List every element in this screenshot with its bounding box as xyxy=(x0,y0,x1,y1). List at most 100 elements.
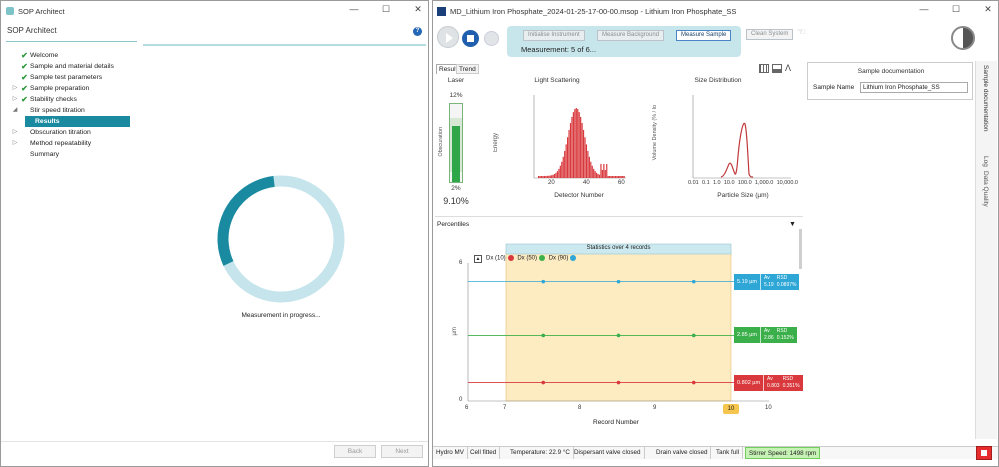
tree-item[interactable]: ▷ Method repeatability xyxy=(11,138,92,149)
ls-bar xyxy=(619,175,621,178)
laser-value: 9.10% xyxy=(443,196,469,206)
ls-bar xyxy=(575,108,577,178)
ls-bar xyxy=(609,175,611,178)
light-scattering-panel: Light Scattering Energy 20 40 60 Detecto… xyxy=(479,75,635,215)
ls-bar xyxy=(553,173,556,178)
status-bar: Hydro MV Cell fitted Temperature: 22.9 °C D… xyxy=(433,446,998,459)
tree-item[interactable]: ◢ Stir speed titration xyxy=(11,105,85,116)
legend-dx10-dot xyxy=(507,255,514,261)
tree-item[interactable]: ✔ Welcome xyxy=(11,50,58,61)
data-point[interactable] xyxy=(616,279,621,284)
sop-header-title: SOP Architect xyxy=(7,26,57,35)
tree-item-label: Results xyxy=(35,118,60,125)
chart-toggle-icon[interactable]: ▲ xyxy=(474,255,482,263)
measure-titlebar: MD_Lithium Iron Phosphate_2024-01-25-17-… xyxy=(433,1,998,21)
hand-icon[interactable]: ☜ xyxy=(797,27,806,38)
measurement-status-text: Measurement in progress... xyxy=(241,312,321,319)
minimize-icon[interactable]: — xyxy=(348,4,360,15)
close-icon[interactable]: ✕ xyxy=(412,4,424,15)
ls-bar xyxy=(558,168,560,178)
ls-x-label: Detector Number xyxy=(554,192,604,199)
ls-bar xyxy=(597,173,599,178)
tree-item[interactable]: ▷ ✔ Sample preparation xyxy=(11,83,90,94)
ls-bar xyxy=(569,123,572,178)
percentile-flag[interactable]: 0.802 µm Av RSD 0.803 0.351% xyxy=(734,374,803,391)
sd-tick: 10.0 xyxy=(723,180,735,186)
minimize-icon[interactable]: — xyxy=(918,4,930,15)
tree-item[interactable]: Summary xyxy=(11,149,59,160)
status-cell: Temperature: 22.9 °C xyxy=(507,447,574,459)
side-tab-data-quality[interactable]: Data Quality xyxy=(982,171,989,207)
help-icon[interactable]: ? xyxy=(413,27,422,36)
initialise-instrument-button[interactable]: Initialise Instrument xyxy=(523,30,585,41)
laser-gauge-fill xyxy=(452,125,460,182)
view-grid-icon[interactable] xyxy=(759,64,769,73)
percentile-flag[interactable]: 2.85 µm Av RSD 2.86 0.152% xyxy=(734,327,797,344)
status-cell: Tank full xyxy=(713,447,744,459)
tab-trend[interactable]: Trend xyxy=(456,64,479,74)
close-icon[interactable]: ✕ xyxy=(982,4,994,15)
ls-bar xyxy=(578,112,580,178)
abort-button[interactable] xyxy=(976,446,992,460)
measure-background-button[interactable]: Measure Background xyxy=(597,30,665,41)
tree-item-label: Method repeatability xyxy=(30,140,92,147)
data-point[interactable] xyxy=(616,333,621,338)
statistics-label: Statistics over 4 records xyxy=(586,245,651,251)
ls-bar xyxy=(613,175,615,178)
window-title: SOP Architect xyxy=(18,6,65,16)
ls-bars xyxy=(538,108,625,178)
ls-bar xyxy=(561,161,563,178)
percentile-flag[interactable]: 5.19 µm Av RSD 5.19 0.0897% xyxy=(734,273,800,290)
next-button[interactable]: Next xyxy=(381,445,423,458)
measurement-progress-text: Measurement: 5 of 6... xyxy=(521,45,597,54)
sd-x-label: Particle Size (µm) xyxy=(717,192,769,199)
tree-item-label: Welcome xyxy=(30,52,59,59)
collapsed-arrow-icon: ▷ xyxy=(12,140,18,146)
tree-item-label: Sample preparation xyxy=(30,85,90,92)
tree-item[interactable]: ✔ Sample and material details xyxy=(11,61,114,72)
record-button[interactable] xyxy=(484,31,499,46)
data-point[interactable] xyxy=(541,279,546,284)
flag-rsd-label: RSD xyxy=(782,375,794,382)
laser-gauge xyxy=(449,103,463,183)
maximize-icon[interactable]: ☐ xyxy=(380,4,392,15)
data-point[interactable] xyxy=(691,380,696,385)
pct-y-label: µm xyxy=(452,327,458,336)
side-tab-strip: Sample documentation Log Data Quality xyxy=(975,61,997,439)
data-point[interactable] xyxy=(541,380,546,385)
tree-item[interactable]: ▷ ✔ Stability checks xyxy=(11,94,77,105)
collapse-arrow-icon[interactable]: ▼ xyxy=(789,221,796,228)
content-divider xyxy=(143,44,426,46)
measure-sample-button[interactable]: Measure Sample xyxy=(676,30,732,41)
side-tab-log[interactable]: Log xyxy=(982,156,989,167)
pct-x-tick-6: 6 xyxy=(465,405,469,411)
data-point[interactable] xyxy=(616,380,621,385)
sop-architect-window: SOP Architect — ☐ ✕ SOP Architect ? ✔ Wel… xyxy=(0,0,429,467)
ls-tick-20: 20 xyxy=(548,180,555,186)
bar-view-icon[interactable] xyxy=(772,64,782,73)
play-button[interactable] xyxy=(437,26,459,48)
data-point[interactable] xyxy=(691,333,696,338)
sample-name-field[interactable]: Lithium Iron Phosphate_SS xyxy=(860,82,968,93)
ls-bar xyxy=(601,170,603,178)
ls-bar xyxy=(596,172,598,178)
pct-x-tick-10-highlight[interactable]: 10 xyxy=(723,404,739,414)
flag-av-label: Av xyxy=(767,375,773,382)
maximize-icon[interactable]: ☐ xyxy=(950,4,962,15)
data-point[interactable] xyxy=(691,279,696,284)
tree-item[interactable]: Results xyxy=(25,116,130,127)
back-button[interactable]: Back xyxy=(334,445,376,458)
curve-view-icon[interactable]: Λ xyxy=(785,63,791,73)
tree-item[interactable]: ✔ Sample test parameters xyxy=(11,72,102,83)
tree-item[interactable]: ▷ Obscuration titration xyxy=(11,127,91,138)
side-tab-sample-documentation[interactable]: Sample documentation xyxy=(982,65,989,132)
status-cell: Drain valve closed xyxy=(653,447,712,459)
laser-panel: Laser 12% Obscuration 2% 9.10% xyxy=(436,75,476,215)
stop-button[interactable] xyxy=(462,30,479,47)
ls-bar xyxy=(543,175,545,178)
data-point[interactable] xyxy=(541,333,546,338)
clean-system-button[interactable]: Clean System xyxy=(746,29,794,40)
sd-tick: 10,000.0 xyxy=(776,180,798,186)
collapsed-arrow-icon: ▷ xyxy=(12,96,18,102)
app-logo-icon xyxy=(437,6,446,16)
